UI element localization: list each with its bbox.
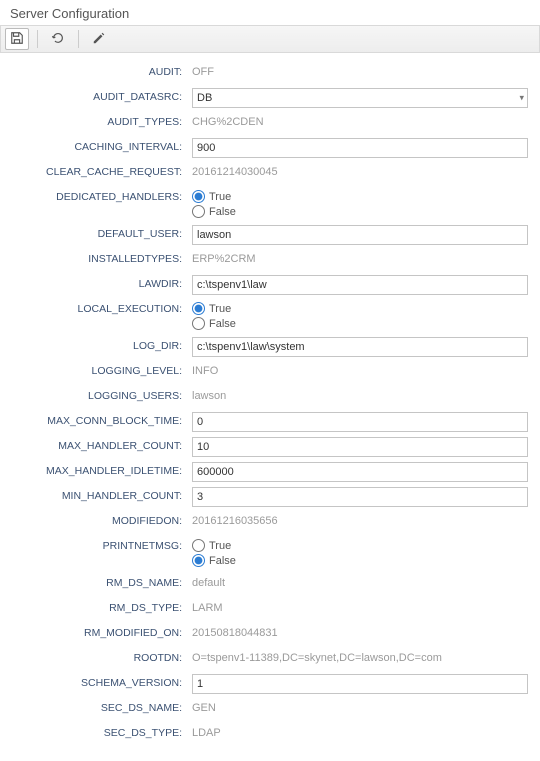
- radio-local-execution-false[interactable]: False: [192, 317, 528, 330]
- toolbar-separator: [37, 30, 38, 48]
- label-lawdir: LAWDIR:: [12, 275, 192, 290]
- value-sec-ds-type: LDAP: [192, 724, 221, 739]
- row-schema-version: SCHEMA_VERSION:: [12, 674, 528, 694]
- input-log-dir[interactable]: [192, 337, 528, 357]
- label-audit: AUDIT:: [12, 63, 192, 78]
- value-sec-ds-name: GEN: [192, 699, 216, 714]
- value-logging-users: lawson: [192, 387, 226, 402]
- row-max-handler-count: MAX_HANDLER_COUNT:: [12, 437, 528, 457]
- config-form: AUDIT: OFF AUDIT_DATASRC: ▾ AUDIT_TYPES:…: [0, 53, 540, 761]
- row-clear-cache-request: CLEAR_CACHE_REQUEST: 20161214030045: [12, 163, 528, 183]
- row-rm-ds-type: RM_DS_TYPE: LARM: [12, 599, 528, 619]
- row-installedtypes: INSTALLEDTYPES: ERP%2CRM: [12, 250, 528, 270]
- label-printnetmsg: PRINTNETMSG:: [12, 537, 192, 552]
- label-rm-ds-name: RM_DS_NAME:: [12, 574, 192, 589]
- row-rm-modified-on: RM_MODIFIED_ON: 20150818044831: [12, 624, 528, 644]
- label-rm-modified-on: RM_MODIFIED_ON:: [12, 624, 192, 639]
- pencil-icon: [92, 31, 106, 48]
- row-dedicated-handlers: DEDICATED_HANDLERS: True False: [12, 188, 528, 220]
- label-max-handler-count: MAX_HANDLER_COUNT:: [12, 437, 192, 452]
- label-audit-types: AUDIT_TYPES:: [12, 113, 192, 128]
- row-lawdir: LAWDIR:: [12, 275, 528, 295]
- value-rm-ds-type: LARM: [192, 599, 223, 614]
- input-lawdir[interactable]: [192, 275, 528, 295]
- input-max-handler-count[interactable]: [192, 437, 528, 457]
- row-audit: AUDIT: OFF: [12, 63, 528, 83]
- label-modifiedon: MODIFIEDON:: [12, 512, 192, 527]
- label-rm-ds-type: RM_DS_TYPE:: [12, 599, 192, 614]
- label-max-conn-block-time: MAX_CONN_BLOCK_TIME:: [12, 412, 192, 427]
- label-sec-ds-name: SEC_DS_NAME:: [12, 699, 192, 714]
- row-min-handler-count: MIN_HANDLER_COUNT:: [12, 487, 528, 507]
- select-audit-datasrc-input[interactable]: [192, 88, 528, 108]
- row-max-handler-idletime: MAX_HANDLER_IDLETIME:: [12, 462, 528, 482]
- row-audit-datasrc: AUDIT_DATASRC: ▾: [12, 88, 528, 108]
- label-min-handler-count: MIN_HANDLER_COUNT:: [12, 487, 192, 502]
- input-default-user[interactable]: [192, 225, 528, 245]
- radio-local-execution: True False: [192, 300, 528, 330]
- input-caching-interval[interactable]: [192, 138, 528, 158]
- label-installedtypes: INSTALLEDTYPES:: [12, 250, 192, 265]
- row-audit-types: AUDIT_TYPES: CHG%2CDEN: [12, 113, 528, 133]
- value-audit: OFF: [192, 63, 214, 78]
- row-printnetmsg: PRINTNETMSG: True False: [12, 537, 528, 569]
- row-sec-ds-name: SEC_DS_NAME: GEN: [12, 699, 528, 719]
- row-caching-interval: CACHING_INTERVAL:: [12, 138, 528, 158]
- value-installedtypes: ERP%2CRM: [192, 250, 256, 265]
- value-rm-ds-name: default: [192, 574, 225, 589]
- label-max-handler-idletime: MAX_HANDLER_IDLETIME:: [12, 462, 192, 477]
- row-log-dir: LOG_DIR:: [12, 337, 528, 357]
- row-default-user: DEFAULT_USER:: [12, 225, 528, 245]
- input-max-handler-idletime[interactable]: [192, 462, 528, 482]
- label-caching-interval: CACHING_INTERVAL:: [12, 138, 192, 153]
- toolbar: [0, 25, 540, 53]
- radio-dedicated-handlers-true[interactable]: True: [192, 190, 528, 203]
- refresh-button[interactable]: [46, 28, 70, 50]
- label-default-user: DEFAULT_USER:: [12, 225, 192, 240]
- label-local-execution: LOCAL_EXECUTION:: [12, 300, 192, 315]
- label-audit-datasrc: AUDIT_DATASRC:: [12, 88, 192, 103]
- value-rm-modified-on: 20150818044831: [192, 624, 278, 639]
- label-sec-ds-type: SEC_DS_TYPE:: [12, 724, 192, 739]
- value-clear-cache-request: 20161214030045: [192, 163, 278, 178]
- value-rootdn: O=tspenv1-11389,DC=skynet,DC=lawson,DC=c…: [192, 649, 442, 664]
- radio-printnetmsg-true[interactable]: True: [192, 539, 528, 552]
- label-log-dir: LOG_DIR:: [12, 337, 192, 352]
- radio-local-execution-true[interactable]: True: [192, 302, 528, 315]
- row-rootdn: ROOTDN: O=tspenv1-11389,DC=skynet,DC=law…: [12, 649, 528, 669]
- input-min-handler-count[interactable]: [192, 487, 528, 507]
- row-rm-ds-name: RM_DS_NAME: default: [12, 574, 528, 594]
- row-max-conn-block-time: MAX_CONN_BLOCK_TIME:: [12, 412, 528, 432]
- row-local-execution: LOCAL_EXECUTION: True False: [12, 300, 528, 332]
- input-max-conn-block-time[interactable]: [192, 412, 528, 432]
- select-audit-datasrc[interactable]: ▾: [192, 88, 528, 108]
- label-schema-version: SCHEMA_VERSION:: [12, 674, 192, 689]
- value-logging-level: INFO: [192, 362, 218, 377]
- value-modifiedon: 20161216035656: [192, 512, 278, 527]
- row-sec-ds-type: SEC_DS_TYPE: LDAP: [12, 724, 528, 744]
- label-rootdn: ROOTDN:: [12, 649, 192, 664]
- radio-printnetmsg: True False: [192, 537, 528, 567]
- label-logging-users: LOGGING_USERS:: [12, 387, 192, 402]
- save-button[interactable]: [5, 28, 29, 50]
- page-title: Server Configuration: [0, 0, 540, 25]
- radio-dedicated-handlers: True False: [192, 188, 528, 218]
- input-schema-version[interactable]: [192, 674, 528, 694]
- radio-printnetmsg-false[interactable]: False: [192, 554, 528, 567]
- row-logging-users: LOGGING_USERS: lawson: [12, 387, 528, 407]
- toolbar-separator: [78, 30, 79, 48]
- edit-button[interactable]: [87, 28, 111, 50]
- radio-dedicated-handlers-false[interactable]: False: [192, 205, 528, 218]
- label-dedicated-handlers: DEDICATED_HANDLERS:: [12, 188, 192, 203]
- row-logging-level: LOGGING_LEVEL: INFO: [12, 362, 528, 382]
- save-icon: [10, 31, 24, 48]
- value-audit-types: CHG%2CDEN: [192, 113, 264, 128]
- refresh-icon: [51, 31, 65, 48]
- label-logging-level: LOGGING_LEVEL:: [12, 362, 192, 377]
- label-clear-cache-request: CLEAR_CACHE_REQUEST:: [12, 163, 192, 178]
- row-modifiedon: MODIFIEDON: 20161216035656: [12, 512, 528, 532]
